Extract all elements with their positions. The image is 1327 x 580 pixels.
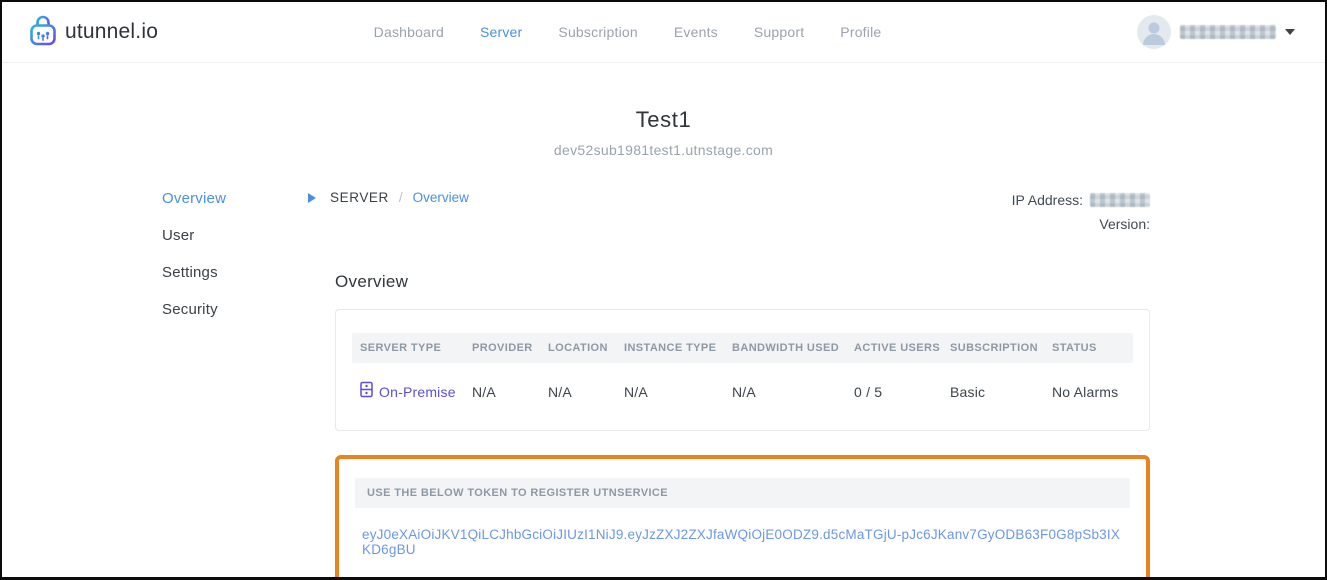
subscription-value: Basic <box>950 384 1052 400</box>
breadcrumb-separator: / <box>399 190 403 205</box>
breadcrumb-arrow-icon <box>308 193 316 203</box>
nav-item-dashboard[interactable]: Dashboard <box>374 24 444 40</box>
breadcrumb: SERVER / Overview <box>308 188 469 205</box>
overview-card: SERVER TYPE PROVIDER LOCATION INSTANCE T… <box>335 309 1150 431</box>
col-location: LOCATION <box>548 342 624 354</box>
server-type-label: On-Premise <box>379 384 456 400</box>
table-row: On-Premise N/A N/A N/A N/A 0 / 5 Basic N… <box>352 363 1133 403</box>
col-provider: PROVIDER <box>472 342 548 354</box>
col-subscription: SUBSCRIPTION <box>950 342 1052 354</box>
bandwidth-used-value: N/A <box>732 384 854 400</box>
overview-heading: Overview <box>335 272 1150 292</box>
nav-item-subscription[interactable]: Subscription <box>558 24 637 40</box>
user-avatar <box>1137 15 1171 49</box>
content-area: Overview User Settings Security SERVER /… <box>2 188 1325 580</box>
col-status: STATUS <box>1052 342 1125 354</box>
nav-item-events[interactable]: Events <box>674 24 718 40</box>
utnservice-token-box: USE THE BELOW TOKEN TO REGISTER UTNSERVI… <box>335 455 1150 580</box>
on-premise-server-icon <box>360 381 373 403</box>
nav-item-support[interactable]: Support <box>754 24 804 40</box>
server-meta: IP Address: Version: <box>1012 188 1150 236</box>
instance-type-value: N/A <box>624 384 732 400</box>
server-hostname: dev52sub1981test1.utnstage.com <box>2 142 1325 158</box>
server-type-value[interactable]: On-Premise <box>360 381 472 403</box>
top-navbar: utunnel.io Dashboard Server Subscription… <box>2 2 1325 63</box>
sidebar-item-security[interactable]: Security <box>162 301 308 318</box>
col-active-users: ACTIVE USERS <box>854 342 950 354</box>
page-head: Test1 dev52sub1981test1.utnstage.com <box>2 107 1325 158</box>
sidebar-item-user[interactable]: User <box>162 227 308 244</box>
col-instance-type: INSTANCE TYPE <box>624 342 732 354</box>
breadcrumb-section: SERVER <box>330 190 389 205</box>
app-window: utunnel.io Dashboard Server Subscription… <box>0 0 1327 580</box>
location-value: N/A <box>548 384 624 400</box>
table-header-row: SERVER TYPE PROVIDER LOCATION INSTANCE T… <box>352 333 1133 363</box>
sidebar-item-overview[interactable]: Overview <box>162 190 308 207</box>
main-column: SERVER / Overview IP Address: Version: O… <box>308 188 1150 580</box>
ip-address-redacted <box>1090 193 1150 207</box>
server-sidebar: Overview User Settings Security <box>162 188 308 580</box>
chevron-down-icon <box>1285 29 1295 35</box>
nav-item-profile[interactable]: Profile <box>840 24 881 40</box>
main-nav: Dashboard Server Subscription Events Sup… <box>118 24 1137 40</box>
page-title: Test1 <box>2 107 1325 133</box>
sidebar-item-settings[interactable]: Settings <box>162 264 308 281</box>
active-users-value: 0 / 5 <box>854 384 950 400</box>
status-value: No Alarms <box>1052 384 1125 400</box>
ip-address-label: IP Address: <box>1012 188 1083 212</box>
provider-value: N/A <box>472 384 548 400</box>
token-box-heading: USE THE BELOW TOKEN TO REGISTER UTNSERVI… <box>355 478 1130 508</box>
version-label: Version: <box>1099 212 1150 236</box>
registration-token[interactable]: eyJ0eXAiOiJKV1QiLCJhbGciOiJIUzI1NiJ9.eyJ… <box>355 527 1130 557</box>
user-menu[interactable] <box>1137 15 1295 49</box>
utunnel-lock-icon <box>28 13 58 51</box>
username-redacted <box>1180 25 1276 39</box>
col-server-type: SERVER TYPE <box>360 342 472 354</box>
breadcrumb-current[interactable]: Overview <box>413 190 469 205</box>
col-bandwidth-used: BANDWIDTH USED <box>732 342 854 354</box>
nav-item-server[interactable]: Server <box>480 24 522 40</box>
